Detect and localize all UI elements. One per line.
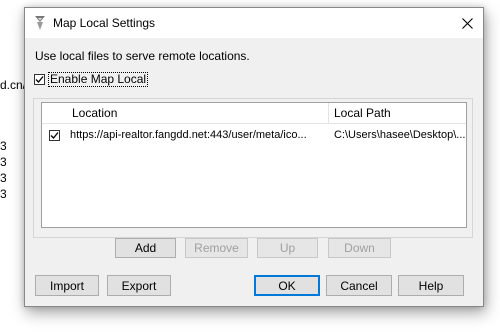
column-header-enabled[interactable] — [42, 103, 67, 123]
background-digit: 3 — [0, 171, 7, 185]
app-icon — [33, 15, 47, 31]
checkmark-icon — [35, 76, 44, 83]
background-digit: 3 — [0, 155, 7, 169]
row-location: https://api-realtor.fangdd.net:443/user/… — [70, 129, 307, 141]
table-header: Location Local Path — [42, 103, 466, 124]
background-digit: 3 — [0, 139, 7, 153]
import-button[interactable]: Import — [35, 275, 99, 296]
ok-button[interactable]: OK — [254, 275, 320, 296]
column-header-location[interactable]: Location — [67, 103, 329, 123]
close-button[interactable] — [451, 8, 483, 38]
remove-button[interactable]: Remove — [185, 238, 248, 258]
background-url-fragment: d.cn/ — [0, 78, 27, 92]
dialog-title: Map Local Settings — [53, 16, 156, 30]
description-text: Use local files to serve remote location… — [35, 49, 250, 63]
enable-map-local-checkbox[interactable]: Enable Map Local — [34, 72, 149, 87]
map-local-settings-dialog: Map Local Settings Use local files to se… — [24, 7, 484, 307]
checkmark-icon — [50, 131, 59, 139]
background-digit: 3 — [0, 187, 7, 201]
help-button[interactable]: Help — [398, 275, 464, 296]
cancel-button[interactable]: Cancel — [326, 275, 392, 296]
close-icon — [461, 17, 473, 29]
enable-checkbox-box[interactable] — [34, 74, 45, 85]
mappings-group: Location Local Path https://api-realtor.… — [33, 98, 473, 238]
enable-map-local-label[interactable]: Enable Map Local — [48, 72, 149, 87]
row-enabled-cell — [42, 129, 67, 141]
title-bar[interactable]: Map Local Settings — [25, 8, 483, 38]
add-button[interactable]: Add — [115, 238, 176, 258]
table-row[interactable]: https://api-realtor.fangdd.net:443/user/… — [42, 125, 466, 145]
export-button[interactable]: Export — [107, 275, 171, 296]
row-enabled-checkbox[interactable] — [49, 129, 60, 141]
row-local-path: C:\Users\hasee\Desktop\... — [334, 129, 466, 141]
column-header-local-path[interactable]: Local Path — [329, 103, 466, 123]
down-button[interactable]: Down — [328, 238, 391, 258]
mappings-table[interactable]: Location Local Path https://api-realtor.… — [41, 102, 467, 228]
up-button[interactable]: Up — [257, 238, 318, 258]
